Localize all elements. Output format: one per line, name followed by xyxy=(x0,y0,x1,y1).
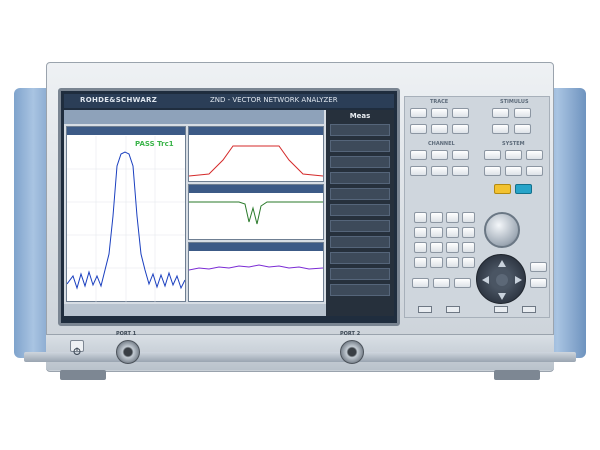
numeric-key[interactable] xyxy=(446,242,459,253)
usb-port xyxy=(418,306,432,313)
right-foot xyxy=(494,370,540,380)
trace-header xyxy=(189,127,323,135)
arrow-keys-icon xyxy=(482,260,522,300)
softkey[interactable] xyxy=(330,156,390,168)
softkey[interactable] xyxy=(330,172,390,184)
softkey[interactable] xyxy=(330,220,390,232)
power-button[interactable] xyxy=(70,340,84,355)
enter-key[interactable] xyxy=(454,278,471,288)
trace-key[interactable] xyxy=(431,108,448,118)
trace-key[interactable] xyxy=(452,108,469,118)
softkey[interactable] xyxy=(330,140,390,152)
channel-key[interactable] xyxy=(431,166,448,176)
trace-diagram-right-1 xyxy=(188,126,324,182)
channel-key[interactable] xyxy=(410,166,427,176)
trace-key[interactable] xyxy=(431,124,448,134)
trace-diagram-right-3 xyxy=(188,242,324,302)
numeric-key[interactable] xyxy=(414,242,427,253)
trace-header xyxy=(189,185,323,193)
numeric-key[interactable] xyxy=(462,242,475,253)
instrument-photo: ROHDE&SCHWARZ ZND - VECTOR NETWORK ANALY… xyxy=(0,0,600,450)
rotary-knob[interactable] xyxy=(484,212,520,248)
preset-key[interactable] xyxy=(515,184,532,194)
numeric-key[interactable] xyxy=(414,257,427,268)
trace-4-line xyxy=(189,264,323,271)
softkey[interactable] xyxy=(330,124,390,136)
section-label-system: SYSTEM xyxy=(502,141,525,147)
system-key[interactable] xyxy=(484,166,501,176)
numeric-key[interactable] xyxy=(414,227,427,238)
trace-plot-right-1 xyxy=(189,145,323,177)
system-key[interactable] xyxy=(505,150,522,160)
side-key[interactable] xyxy=(530,278,547,288)
numeric-key[interactable] xyxy=(446,227,459,238)
usb-port xyxy=(494,306,508,313)
analyzer-screen: PASS Trc1 Meas xyxy=(64,110,394,316)
screen-toolbar xyxy=(64,110,324,124)
softkey[interactable] xyxy=(330,252,390,264)
left-foot xyxy=(60,370,106,380)
usb-port xyxy=(522,306,536,313)
trace-header xyxy=(189,243,323,251)
trace-plot-right-2 xyxy=(189,201,323,225)
numeric-key[interactable] xyxy=(430,242,443,253)
trace-key[interactable] xyxy=(452,124,469,134)
system-key[interactable] xyxy=(484,150,501,160)
softkey[interactable] xyxy=(330,204,390,216)
bottom-rail xyxy=(24,352,576,362)
navigation-pad[interactable] xyxy=(476,254,526,304)
numeric-key[interactable] xyxy=(462,212,475,223)
channel-key[interactable] xyxy=(431,150,448,160)
numeric-key[interactable] xyxy=(414,212,427,223)
numeric-key[interactable] xyxy=(462,227,475,238)
section-label-stimulus: STIMULUS xyxy=(500,99,529,105)
port-2-label: PORT 2 xyxy=(340,331,361,337)
port-1-label: PORT 1 xyxy=(116,331,137,337)
numeric-key[interactable] xyxy=(430,227,443,238)
softkey[interactable] xyxy=(330,268,390,280)
softkey[interactable] xyxy=(330,236,390,248)
stimulus-key[interactable] xyxy=(492,124,509,134)
trace-2-line xyxy=(189,145,323,177)
power-icon xyxy=(73,347,81,355)
port-2-connector[interactable] xyxy=(340,340,364,364)
main-menu-key[interactable] xyxy=(433,278,450,288)
channel-key[interactable] xyxy=(410,150,427,160)
softkey[interactable] xyxy=(330,188,390,200)
trace-key[interactable] xyxy=(410,108,427,118)
stimulus-key[interactable] xyxy=(492,108,509,118)
trace-plot-left xyxy=(67,136,185,302)
usb-port xyxy=(446,306,460,313)
numeric-key[interactable] xyxy=(446,212,459,223)
numeric-key[interactable] xyxy=(446,257,459,268)
model-label: ZND - VECTOR NETWORK ANALYZER xyxy=(210,96,338,104)
stimulus-key[interactable] xyxy=(514,108,531,118)
side-key[interactable] xyxy=(530,262,547,272)
numeric-key[interactable] xyxy=(430,257,443,268)
numeric-key[interactable] xyxy=(430,212,443,223)
softkey-menu: Meas xyxy=(326,110,394,316)
trace-header xyxy=(67,127,185,135)
stimulus-key[interactable] xyxy=(514,124,531,134)
help-key[interactable] xyxy=(494,184,511,194)
section-label-trace: TRACE xyxy=(430,99,449,105)
brand-label: ROHDE&SCHWARZ xyxy=(80,96,158,104)
port-1-connector[interactable] xyxy=(116,340,140,364)
esc-key[interactable] xyxy=(412,278,429,288)
softkey[interactable] xyxy=(330,284,390,296)
trace-plot-right-3 xyxy=(189,264,323,271)
channel-key[interactable] xyxy=(452,150,469,160)
channel-key[interactable] xyxy=(452,166,469,176)
trace-key[interactable] xyxy=(410,124,427,134)
trace-diagram-left: PASS Trc1 xyxy=(66,126,186,302)
trace-diagram-right-2 xyxy=(188,184,324,240)
trace-3-line xyxy=(189,201,323,225)
numeric-key[interactable] xyxy=(462,257,475,268)
system-key[interactable] xyxy=(505,166,522,176)
system-key[interactable] xyxy=(526,166,543,176)
system-key[interactable] xyxy=(526,150,543,160)
screen-status-bar xyxy=(64,304,326,316)
softkey-menu-title: Meas xyxy=(349,112,371,120)
section-label-channel: CHANNEL xyxy=(428,141,455,147)
